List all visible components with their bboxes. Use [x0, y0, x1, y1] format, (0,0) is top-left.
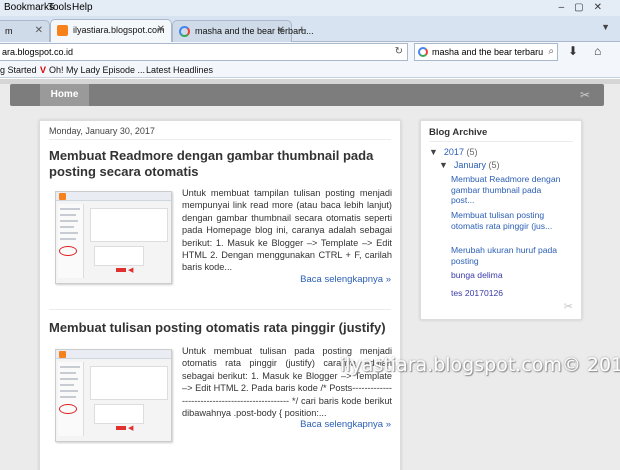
bookmarks-toolbar: g Started V Oh! My Lady Episode ... Lates… — [0, 62, 620, 78]
bookmark-label: Oh! My Lady Episode ... — [49, 65, 146, 75]
post-title[interactable]: Membuat tulisan posting otomatis rata pi… — [49, 320, 389, 336]
read-more-link[interactable]: Baca selengkapnya » — [300, 274, 391, 285]
widget-title: Blog Archive — [429, 127, 488, 138]
search-input[interactable]: masha and the bear terbaru ⌕ — [414, 43, 558, 61]
home-icon[interactable]: ⌂ — [594, 44, 601, 58]
triangle-down-icon[interactable]: ▼ — [439, 160, 448, 170]
post-title[interactable]: Membuat Readmore dengan gambar thumbnail… — [49, 148, 389, 180]
read-more-link[interactable]: Baca selengkapnya » — [300, 419, 391, 430]
close-icon[interactable]: ✕ — [35, 25, 43, 36]
blog-page: Home ✂ Monday, January 30, 2017 Membuat … — [0, 79, 620, 470]
wrench-icon[interactable]: ✂ — [580, 88, 590, 102]
menu-help[interactable]: Help — [72, 2, 93, 13]
bookmark-oh-my-lady[interactable]: V Oh! My Lady Episode ... — [40, 65, 145, 75]
google-icon — [418, 47, 428, 57]
year-count: (5) — [466, 147, 478, 157]
post-snippet: Untuk membuat tampilan tulisan posting m… — [182, 188, 392, 273]
tab-active[interactable]: ilyastiara.blogspot.com ✕ — [50, 19, 172, 43]
search-icon[interactable]: ⌕ — [548, 46, 554, 57]
navigation-bar: ara.blogspot.co.id ↻ masha and the bear … — [0, 42, 620, 62]
tab-label: ilyastiara.blogspot.com — [73, 25, 165, 35]
tab-search[interactable]: masha and the bear terbaru... ✕ — [172, 20, 314, 42]
google-favicon-icon — [179, 26, 190, 37]
watermark: ilyastiara.blogspot.com© 2017 — [340, 354, 620, 376]
new-tab-button[interactable]: + — [298, 22, 306, 37]
post-thumbnail[interactable]: ◀ — [55, 191, 172, 284]
page-tabs-bar: Home ✂ — [10, 84, 604, 106]
blogger-favicon-icon — [57, 25, 68, 36]
blog-archive-widget: Blog Archive ▼ 2017 (5) ▼ January (5) Memb… — [420, 120, 582, 320]
close-icon[interactable]: ✕ — [157, 24, 165, 35]
date-header: Monday, January 30, 2017 — [49, 126, 155, 136]
archive-link[interactable]: tes 20170126 — [451, 288, 503, 298]
menu-bookmarks[interactable]: Bookmarks — [4, 2, 54, 13]
year-label: 2017 — [443, 147, 464, 157]
archive-year[interactable]: ▼ 2017 (5) — [429, 147, 477, 157]
reload-icon[interactable]: ↻ — [395, 46, 403, 57]
wrench-icon[interactable]: ✂ — [564, 300, 573, 313]
divider — [49, 309, 391, 310]
menu-tools[interactable]: Tools — [48, 2, 71, 13]
search-value: masha and the bear terbaru — [432, 47, 544, 57]
close-icon[interactable]: ✕ — [277, 25, 285, 36]
tab-list-icon[interactable]: ▼ — [601, 22, 610, 32]
archive-post-link[interactable]: Membuat Readmore dengan gambar thumbnail… — [451, 174, 561, 206]
download-icon[interactable]: ⬇ — [568, 44, 578, 58]
tab-strip: m ✕ ilyastiara.blogspot.com ✕ masha and … — [0, 16, 620, 43]
archive-link[interactable]: bunga delima — [451, 270, 503, 280]
bookmark-latest-headlines[interactable]: Latest Headlines — [146, 65, 213, 75]
month-count: (5) — [488, 160, 500, 170]
bookmark-label: Latest Headlines — [146, 65, 214, 75]
bookmark-getting-started[interactable]: g Started — [0, 65, 37, 75]
month-label: January — [453, 160, 486, 170]
divider — [49, 139, 391, 140]
main-column: Monday, January 30, 2017 Membuat Readmor… — [39, 120, 401, 470]
v-icon: V — [40, 65, 47, 75]
divider — [429, 141, 573, 142]
window-controls[interactable]: –▢✕ — [559, 2, 612, 13]
url-bar[interactable]: ara.blogspot.co.id ↻ — [0, 43, 408, 61]
url-text: ara.blogspot.co.id — [2, 47, 74, 57]
tab-label: masha and the bear terbaru... — [195, 26, 314, 36]
triangle-down-icon[interactable]: ▼ — [429, 147, 438, 157]
post-thumbnail[interactable]: ◀ — [55, 349, 172, 442]
archive-post-link[interactable]: Membuat tulisan posting otomatis rata pi… — [451, 210, 561, 231]
archive-month[interactable]: ▼ January (5) — [439, 160, 499, 170]
home-tab[interactable]: Home — [40, 84, 89, 106]
archive-post-link[interactable]: Merubah ukuran huruf pada posting — [451, 245, 561, 266]
menu-bar: Bookmarks Tools Help –▢✕ — [0, 0, 620, 16]
tab-label: m — [5, 26, 13, 36]
tab-previous[interactable]: m ✕ — [0, 20, 50, 42]
